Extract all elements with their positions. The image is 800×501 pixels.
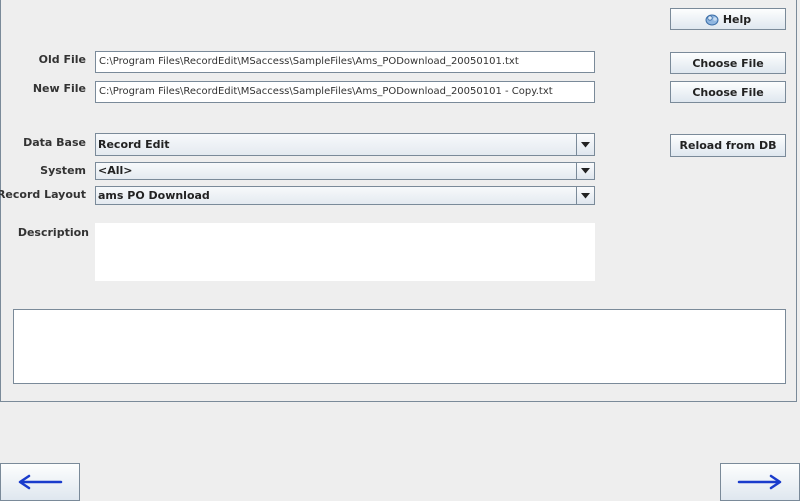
database-label: Data Base (23, 136, 86, 149)
system-select[interactable]: <All> (95, 162, 595, 180)
database-value: Record Edit (98, 138, 170, 151)
new-file-input[interactable]: C:\Program Files\RecordEdit\MSaccess\Sam… (95, 81, 595, 103)
chevron-down-icon (581, 168, 590, 174)
old-file-input[interactable]: C:\Program Files\RecordEdit\MSaccess\Sam… (95, 51, 595, 73)
description-label: Description (17, 226, 89, 239)
old-file-choose-button[interactable]: Choose File (670, 52, 786, 74)
main-panel: Help Old File C:\Program Files\RecordEdi… (0, 0, 797, 402)
system-value: <All> (98, 164, 133, 177)
help-button[interactable]: Help (670, 8, 786, 30)
help-icon (705, 13, 720, 26)
back-button[interactable] (0, 463, 80, 501)
new-file-label: New File (32, 82, 86, 95)
left-arrow-icon (18, 474, 63, 490)
database-dropdown-button[interactable] (576, 134, 594, 155)
old-file-label: Old File (38, 53, 86, 66)
record-layout-dropdown-button[interactable] (576, 187, 594, 204)
right-arrow-icon (737, 474, 782, 490)
system-dropdown-button[interactable] (576, 163, 594, 179)
forward-button[interactable] (720, 463, 800, 501)
help-label: Help (722, 12, 752, 26)
record-layout-label: Record Layout (0, 188, 86, 201)
database-select[interactable]: Record Edit (95, 133, 595, 156)
new-file-choose-button[interactable]: Choose File (670, 81, 786, 103)
reload-from-db-button[interactable]: Reload from DB (670, 134, 786, 157)
system-label: System (40, 164, 86, 177)
chevron-down-icon (581, 141, 590, 147)
description-input[interactable] (95, 223, 595, 281)
record-layout-value: ams PO Download (98, 189, 210, 202)
record-layout-select[interactable]: ams PO Download (95, 186, 595, 205)
chevron-down-icon (581, 192, 590, 198)
message-area[interactable] (13, 309, 786, 384)
